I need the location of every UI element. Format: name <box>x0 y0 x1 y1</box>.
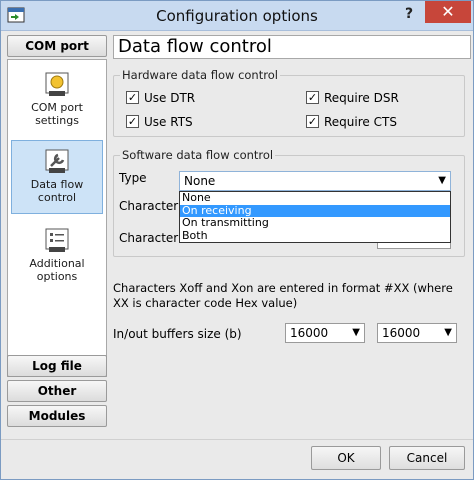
chevron-down-icon: ▼ <box>444 327 452 338</box>
out-buffer-select[interactable]: 16000 ▼ <box>377 323 457 343</box>
type-label: Type <box>119 171 147 185</box>
sidebar-panel: COM port settings Data flow control Addi… <box>7 59 107 377</box>
sidebar-item-label: Additional options <box>29 257 85 283</box>
hardware-flow-legend: Hardware data flow control <box>120 68 280 82</box>
software-flow-legend: Software data flow control <box>120 148 276 162</box>
format-note: Characters Xoff and Xon are entered in f… <box>113 281 453 310</box>
require-cts-checkbox[interactable]: ✓ Require CTS <box>306 114 397 130</box>
wrench-icon <box>45 149 69 173</box>
com-port-icon <box>45 72 69 96</box>
require-dsr-checkbox[interactable]: ✓ Require DSR <box>306 90 399 106</box>
type-select-value: None <box>184 174 216 188</box>
require-cts-label: Require CTS <box>324 115 397 129</box>
dropdown-option-both[interactable]: Both <box>180 229 450 243</box>
sidebar: COM port COM port settings Data flow con… <box>7 35 107 427</box>
close-button[interactable]: ✕ <box>425 1 471 23</box>
type-dropdown-list: None On receiving On transmitting Both <box>179 191 451 243</box>
type-select[interactable]: None ▼ <box>179 171 451 191</box>
checkmark-icon: ✓ <box>126 91 139 104</box>
checkmark-icon: ✓ <box>306 91 319 104</box>
checkmark-icon: ✓ <box>126 115 139 128</box>
checkmark-icon: ✓ <box>306 115 319 128</box>
help-button[interactable]: ? <box>397 4 421 24</box>
ok-button[interactable]: OK <box>311 446 381 470</box>
use-dtr-label: Use DTR <box>144 91 196 105</box>
sidebar-item-additional-options[interactable]: Additional options <box>11 220 103 294</box>
list-icon <box>45 228 69 252</box>
require-dsr-label: Require DSR <box>324 91 399 105</box>
sidebar-com-port-button[interactable]: COM port <box>7 35 107 57</box>
sidebar-item-com-port-settings[interactable]: COM port settings <box>11 64 103 138</box>
out-buffer-value: 16000 <box>382 326 421 340</box>
page-title: Data flow control <box>113 35 471 59</box>
dialog-footer: OK Cancel <box>1 439 473 479</box>
sidebar-log-file-button[interactable]: Log file <box>7 355 107 377</box>
sidebar-modules-button[interactable]: Modules <box>7 405 107 427</box>
use-dtr-checkbox[interactable]: ✓ Use DTR <box>126 90 195 106</box>
buffers-label: In/out buffers size (b) <box>113 327 242 341</box>
use-rts-checkbox[interactable]: ✓ Use RTS <box>126 114 193 130</box>
chevron-down-icon: ▼ <box>352 327 360 338</box>
dropdown-option-none[interactable]: None <box>180 191 450 205</box>
configuration-window: Configuration options ? ✕ COM port COM p… <box>0 0 474 480</box>
use-rts-label: Use RTS <box>144 115 193 129</box>
in-buffer-select[interactable]: 16000 ▼ <box>285 323 365 343</box>
dropdown-option-on-transmitting[interactable]: On transmitting <box>180 216 450 230</box>
sidebar-item-label: Data flow control <box>30 178 84 204</box>
sidebar-other-button[interactable]: Other <box>7 380 107 402</box>
title-bar: Configuration options ? ✕ <box>1 1 473 31</box>
sidebar-item-label: COM port settings <box>31 101 83 127</box>
hardware-flow-group: Hardware data flow control ✓ Use DTR ✓ R… <box>113 68 465 137</box>
sidebar-item-data-flow-control[interactable]: Data flow control <box>11 140 103 214</box>
cancel-button[interactable]: Cancel <box>389 446 465 470</box>
chevron-down-icon: ▼ <box>438 175 446 186</box>
in-buffer-value: 16000 <box>290 326 329 340</box>
